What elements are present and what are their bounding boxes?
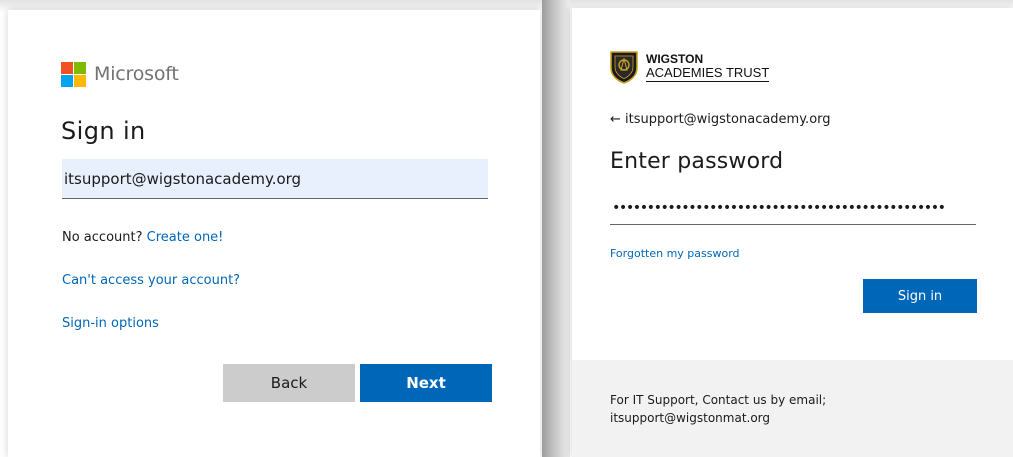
- microsoft-logo-icon: [61, 62, 73, 74]
- microsoft-signin-card: Microsoft Sign in No account? Create one…: [8, 10, 540, 457]
- password-field[interactable]: ••••••••••••••••••••••••••••••••••••••••…: [610, 193, 976, 225]
- signin-options-link[interactable]: Sign-in options: [62, 316, 159, 331]
- org-logo: WIGSTON ACADEMIES TRUST: [610, 51, 800, 91]
- create-account-link[interactable]: Create one!: [147, 230, 224, 245]
- signin-button[interactable]: Sign in: [863, 279, 977, 313]
- forgot-password-link[interactable]: Forgotten my password: [610, 247, 740, 260]
- footer-line-1: For IT Support, Contact us by email;: [610, 393, 827, 407]
- panel-separator: [542, 0, 570, 457]
- no-account-label: No account?: [62, 230, 143, 245]
- back-to-account[interactable]: ← itsupport@wigstonacademy.org: [610, 112, 831, 127]
- page-title: Sign in: [61, 117, 146, 145]
- back-button[interactable]: Back: [223, 364, 355, 402]
- crest-shield-icon: [610, 51, 638, 84]
- cant-access-link[interactable]: Can't access your account?: [62, 273, 240, 288]
- next-button[interactable]: Next: [360, 364, 492, 402]
- back-arrow-icon: ←: [610, 112, 621, 127]
- org-name-line1: WIGSTON: [646, 52, 704, 66]
- support-footer-text: For IT Support, Contact us by email; its…: [610, 391, 826, 427]
- password-card: WIGSTON ACADEMIES TRUST ← itsupport@wigs…: [572, 8, 1013, 457]
- microsoft-brand-text: Microsoft: [94, 63, 179, 85]
- account-email: itsupport@wigstonacademy.org: [625, 112, 831, 127]
- email-field[interactable]: [62, 159, 488, 199]
- org-name-line2: ACADEMIES TRUST: [646, 65, 770, 82]
- no-account-row: No account? Create one!: [62, 230, 223, 245]
- microsoft-logo: Microsoft: [61, 62, 193, 87]
- password-title: Enter password: [610, 149, 784, 174]
- footer-line-2: itsupport@wigstonmat.org: [610, 411, 771, 425]
